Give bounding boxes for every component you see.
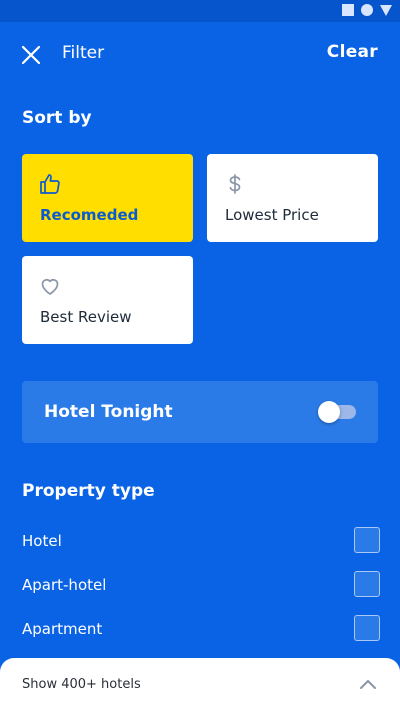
close-button[interactable] [18, 42, 44, 68]
hotel-checkbox[interactable] [354, 527, 380, 553]
status-icons [342, 4, 392, 16]
sort-option-label: Best Review [40, 308, 132, 326]
hotel-tonight-label: Hotel Tonight [44, 402, 173, 422]
sort-option-recommended[interactable]: Recomeded [22, 154, 193, 242]
page-title: Filter [62, 43, 105, 63]
triangle-icon [380, 4, 392, 16]
sort-option-lowest-price[interactable]: Lowest Price [207, 154, 378, 242]
property-item-label: Apartment [22, 620, 103, 638]
circle-icon [361, 4, 373, 16]
clear-button[interactable]: Clear [327, 42, 378, 62]
close-icon [21, 45, 41, 65]
square-icon [342, 4, 354, 16]
property-item-label: Hotel [22, 532, 62, 550]
sort-by-title: Sort by [22, 108, 92, 128]
sort-option-label: Lowest Price [225, 206, 319, 224]
sort-option-best-review[interactable]: Best Review [22, 256, 193, 344]
chevron-up-icon[interactable] [358, 676, 378, 692]
property-item-hotel[interactable]: Hotel [22, 527, 382, 557]
apartment-checkbox[interactable] [354, 615, 380, 641]
header: Filter Clear [0, 22, 400, 82]
property-item-label: Apart-hotel [22, 576, 107, 594]
dollar-icon [229, 174, 241, 194]
sort-option-label: Recomeded [40, 206, 139, 224]
hotel-tonight-toggle[interactable] [318, 401, 356, 423]
property-type-title: Property type [22, 481, 155, 501]
heart-icon [41, 278, 59, 295]
show-hotels-sheet[interactable]: Show 400+ hotels [0, 658, 400, 718]
status-bar [0, 0, 400, 22]
thumbs-up-icon [40, 174, 60, 194]
hotel-tonight-panel: Hotel Tonight [22, 381, 378, 443]
property-item-apartment[interactable]: Apartment [22, 615, 382, 645]
show-hotels-label: Show 400+ hotels [22, 677, 141, 692]
property-item-apart-hotel[interactable]: Apart-hotel [22, 571, 382, 601]
apart-hotel-checkbox[interactable] [354, 571, 380, 597]
toggle-knob [318, 401, 340, 423]
